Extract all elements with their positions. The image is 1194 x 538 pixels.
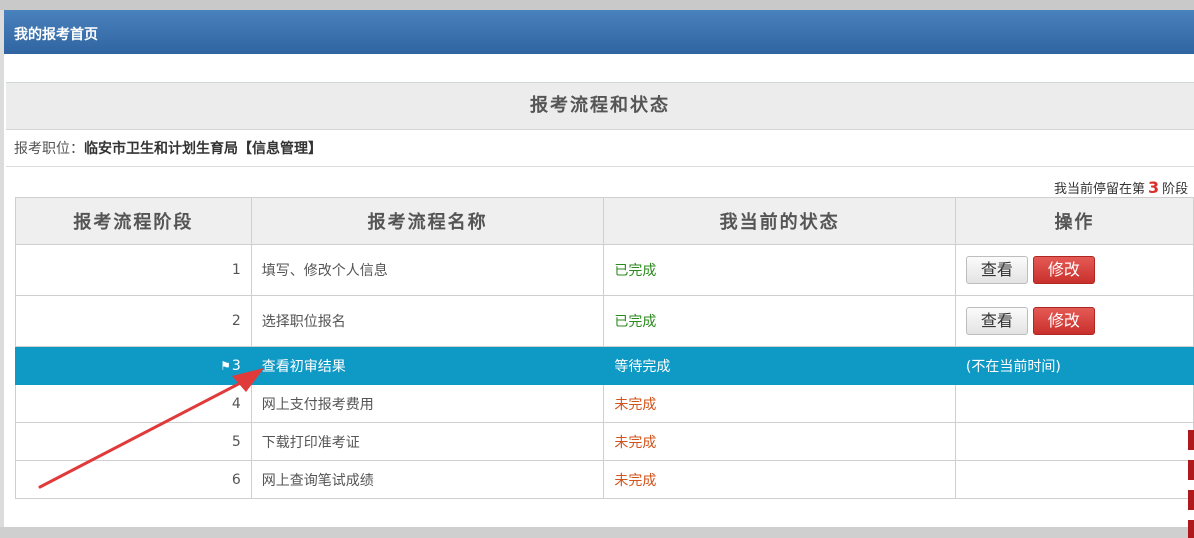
header-name: 报考流程名称 <box>250 197 605 245</box>
header-action: 操作 <box>954 197 1194 245</box>
stage-note-prefix: 我当前停留在第 <box>1054 182 1146 197</box>
stage-status: 等待完成 <box>603 346 956 385</box>
stage-note-number: 3 <box>1148 178 1160 197</box>
stage-name: 选择职位报名 <box>250 295 605 347</box>
position-label: 报考职位： <box>14 141 84 157</box>
stage-actions <box>954 384 1194 423</box>
stage-status: 未完成 <box>603 384 956 423</box>
stage-actions: 查看 修改 <box>954 244 1194 296</box>
flag-icon: ⚑ <box>220 358 231 373</box>
edit-button[interactable]: 修改 <box>1032 307 1095 335</box>
section-title: 报考流程和状态 <box>6 82 1194 130</box>
stage-number: 6 <box>15 460 252 499</box>
top-border <box>0 0 1194 10</box>
divider <box>6 166 1194 167</box>
stage-number: 5 <box>15 422 252 461</box>
header-status: 我当前的状态 <box>603 197 956 245</box>
table-row-current: ⚑3 查看初审结果 等待完成 (不在当前时间) <box>15 346 1194 385</box>
table-row: 5 下载打印准考证 未完成 <box>15 422 1194 461</box>
table-row: 6 网上查询笔试成绩 未完成 <box>15 460 1194 499</box>
stage-number: 4 <box>15 384 252 423</box>
main-panel: 我的报考首页 报考流程和状态 报考职位：临安市卫生和计划生育局【信息管理】 我当… <box>4 10 1194 527</box>
stage-actions <box>954 422 1194 461</box>
table-header-row: 报考流程阶段 报考流程名称 我当前的状态 操作 <box>15 197 1194 245</box>
stage-status: 未完成 <box>603 460 956 499</box>
stage-number: 1 <box>15 244 252 296</box>
stage-name: 网上支付报考费用 <box>250 384 605 423</box>
stage-action-note: (不在当前时间) <box>954 346 1194 385</box>
position-value: 临安市卫生和计划生育局【信息管理】 <box>84 141 322 157</box>
stage-name: 下载打印准考证 <box>250 422 605 461</box>
red-edge-marks <box>1188 430 1194 538</box>
stage-name: 网上查询笔试成绩 <box>250 460 605 499</box>
stage-status: 未完成 <box>603 422 956 461</box>
view-button[interactable]: 查看 <box>965 256 1028 284</box>
stage-name: 填写、修改个人信息 <box>250 244 605 296</box>
page-header: 我的报考首页 <box>4 10 1194 54</box>
process-table: 报考流程阶段 报考流程名称 我当前的状态 操作 1 填写、修改个人信息 已完成 … <box>15 197 1194 499</box>
stage-actions <box>954 460 1194 499</box>
stage-number: ⚑3 <box>15 346 252 385</box>
stage-status: 已完成 <box>603 295 956 347</box>
stage-note-suffix: 阶段 <box>1162 182 1189 197</box>
stage-name: 查看初审结果 <box>250 346 605 385</box>
edit-button[interactable]: 修改 <box>1032 256 1095 284</box>
page-title: 我的报考首页 <box>14 27 98 43</box>
view-button[interactable]: 查看 <box>965 307 1028 335</box>
stage-number: 2 <box>15 295 252 347</box>
table-row: 1 填写、修改个人信息 已完成 查看 修改 <box>15 244 1194 296</box>
stage-status: 已完成 <box>603 244 956 296</box>
stage-number-value: 3 <box>231 357 241 374</box>
header-stage: 报考流程阶段 <box>15 197 252 245</box>
current-stage-note: 我当前停留在第 3 阶段 <box>1054 178 1188 197</box>
stage-actions: 查看 修改 <box>954 295 1194 347</box>
applied-position: 报考职位：临安市卫生和计划生育局【信息管理】 <box>14 138 322 158</box>
table-row: 2 选择职位报名 已完成 查看 修改 <box>15 295 1194 347</box>
bottom-border <box>0 527 1194 538</box>
table-row: 4 网上支付报考费用 未完成 <box>15 384 1194 423</box>
